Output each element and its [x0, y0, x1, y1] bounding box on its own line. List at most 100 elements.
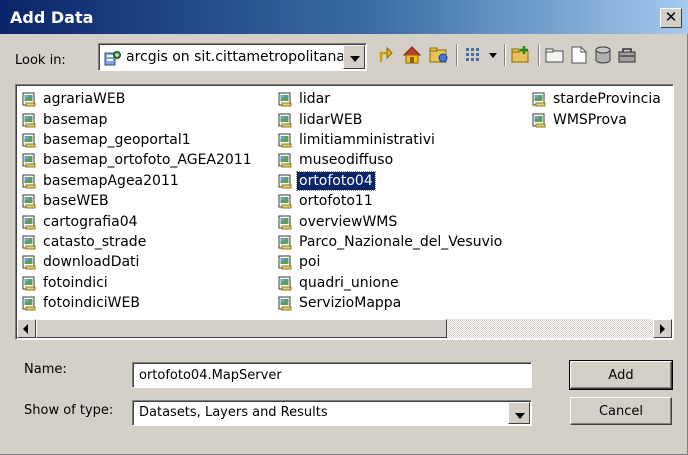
close-icon: ✕ [664, 8, 678, 26]
file-list[interactable]: agrariaWEB basemap basemap_geoportal1basem… [15, 84, 674, 340]
list-item[interactable]: Parco_Nazionale_del_Vesuvio [278, 232, 504, 252]
server-connection-icon [104, 51, 121, 66]
list-item[interactable]: museodiffuso [278, 150, 504, 170]
connect-folder-icon[interactable] [428, 44, 450, 66]
home-icon[interactable] [401, 44, 423, 66]
list-item-label: fotoindiciWEB [43, 295, 140, 312]
list-item[interactable]: ortofoto11 [278, 191, 504, 211]
list-item-label: lidar [299, 91, 331, 108]
window-title: Add Data [10, 8, 94, 27]
list-item-label: WMSProva [553, 111, 627, 128]
map-service-icon [22, 296, 36, 311]
up-one-level-icon[interactable] [376, 44, 398, 66]
map-service-icon [278, 255, 292, 270]
map-service-icon [278, 153, 292, 168]
list-item-label: basemap_geoportal1 [43, 131, 191, 148]
horizontal-scrollbar[interactable] [17, 319, 672, 338]
add-data-dialog: Add Data ✕ Look in: arcgis on sit.cittam… [0, 0, 688, 455]
list-item[interactable]: quadri_unione [278, 273, 504, 293]
map-service-icon [278, 276, 292, 291]
toolbar-separator [504, 44, 506, 66]
toolbar-separator [456, 44, 458, 66]
map-service-icon [22, 92, 36, 107]
list-item[interactable]: fotoindiciWEB [22, 293, 254, 313]
list-item[interactable]: cartografia04 [22, 211, 254, 231]
view-list-icon[interactable] [462, 44, 484, 66]
list-item[interactable]: basemap_geoportal1 [22, 130, 254, 150]
close-button[interactable]: ✕ [660, 8, 682, 28]
scroll-right-button[interactable] [653, 319, 672, 338]
map-service-icon [278, 235, 292, 250]
map-service-icon [22, 215, 36, 230]
list-item-label: Parco_Nazionale_del_Vesuvio [299, 233, 503, 250]
show-of-type-value: Datasets, Layers and Results [139, 405, 328, 420]
list-item[interactable]: lidarWEB [278, 109, 504, 129]
list-item[interactable]: agrariaWEB [22, 89, 254, 109]
new-folder-icon[interactable] [544, 44, 566, 66]
list-item-label: quadri_unione [299, 274, 399, 291]
map-service-icon [278, 174, 292, 189]
list-item[interactable]: baseWEB [22, 191, 254, 211]
list-item[interactable]: lidar [278, 89, 504, 109]
map-service-icon [22, 255, 36, 270]
title-bar[interactable]: Add Data ✕ [0, 0, 688, 34]
map-service-icon [532, 92, 546, 107]
name-label: Name: [24, 362, 67, 377]
list-item-label: lidarWEB [299, 111, 363, 128]
list-item-label: ortofoto11 [299, 193, 373, 210]
file-column-2: lidar lidarWEB limitiamministrativi museodi… [278, 89, 504, 313]
list-item[interactable]: poi [278, 252, 504, 272]
map-service-icon [22, 194, 36, 209]
map-service-icon [278, 92, 292, 107]
list-item[interactable]: basemapAgea2011 [22, 171, 254, 191]
map-service-icon [22, 153, 36, 168]
map-service-icon [22, 235, 36, 250]
view-menu-icon[interactable] [486, 44, 500, 66]
new-file-icon[interactable] [568, 44, 590, 66]
list-item-label: ortofoto04 [296, 170, 376, 191]
map-service-icon [278, 133, 292, 148]
show-of-type-dropdown[interactable]: Datasets, Layers and Results [132, 400, 532, 426]
list-item[interactable]: basemap [22, 109, 254, 129]
map-service-icon [532, 113, 546, 128]
list-item[interactable]: fotoindici [22, 273, 254, 293]
list-item-label: basemap [43, 111, 108, 128]
map-service-icon [22, 276, 36, 291]
map-service-icon [278, 215, 292, 230]
list-item-label: basemapAgea2011 [43, 172, 179, 189]
list-item[interactable]: basemap_ortofoto_AGEA2011 [22, 150, 254, 170]
cancel-button[interactable]: Cancel [570, 397, 672, 425]
file-column-1: agrariaWEB basemap basemap_geoportal1basem… [22, 89, 254, 313]
list-item[interactable]: limitiamministrativi [278, 130, 504, 150]
list-item[interactable]: overviewWMS [278, 211, 504, 231]
map-service-icon [22, 113, 36, 128]
database-icon[interactable] [592, 44, 614, 66]
toolbox-icon[interactable] [616, 44, 638, 66]
map-service-icon [22, 133, 36, 148]
list-item[interactable]: ServizioMappa [278, 293, 504, 313]
list-item-label: catasto_strade [43, 233, 147, 250]
list-item[interactable]: stardeProvincia [532, 89, 663, 109]
list-item-label: downloadDati [43, 254, 140, 271]
list-item[interactable]: ortofoto04 [278, 170, 504, 191]
scrollbar-thumb[interactable] [36, 319, 447, 338]
list-item[interactable]: WMSProva [532, 109, 663, 129]
list-item[interactable]: downloadDati [22, 252, 254, 272]
name-input[interactable] [132, 362, 532, 388]
show-of-type-dropdown-button[interactable] [508, 402, 530, 424]
new-connection-icon[interactable] [510, 44, 532, 66]
map-service-icon [278, 113, 292, 128]
list-item-label: baseWEB [43, 193, 109, 210]
map-service-icon [278, 296, 292, 311]
list-item-label: ServizioMappa [299, 295, 402, 312]
list-item-label: poi [299, 254, 321, 271]
map-service-icon [22, 174, 36, 189]
list-item-label: stardeProvincia [553, 91, 661, 108]
list-item-label: basemap_ortofoto_AGEA2011 [43, 152, 252, 169]
list-item[interactable]: catasto_strade [22, 232, 254, 252]
scroll-left-button[interactable] [17, 319, 36, 338]
look-in-dropdown[interactable]: arcgis on sit.cittametropolitana. [98, 43, 367, 71]
look-in-dropdown-button[interactable] [343, 45, 365, 69]
show-of-type-label: Show of type: [24, 403, 114, 418]
add-button[interactable]: Add [569, 360, 673, 390]
